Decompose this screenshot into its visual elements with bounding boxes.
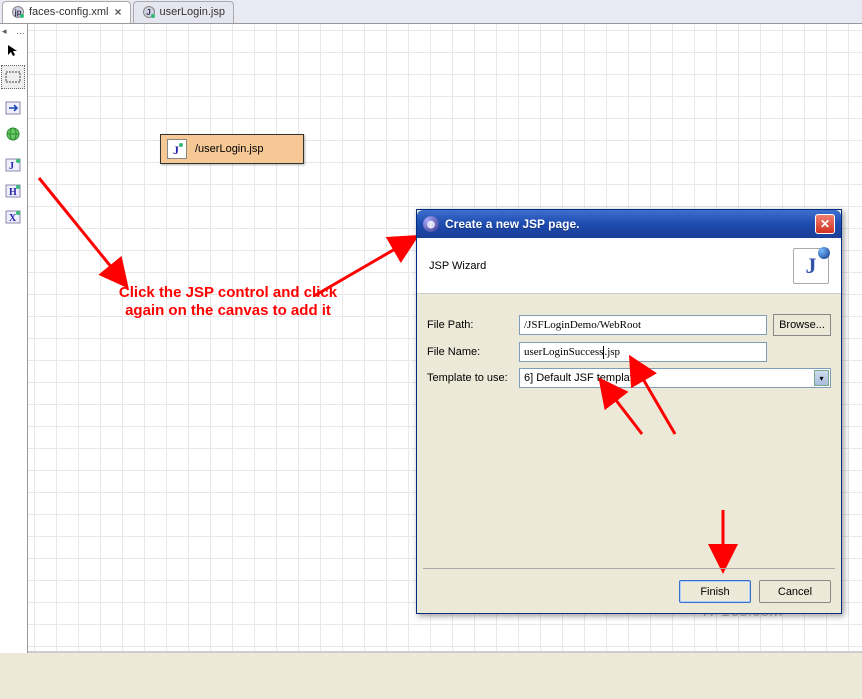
jsp-tool[interactable]: J [1,153,25,177]
html-tool[interactable]: H [1,179,25,203]
svg-text:J: J [173,143,179,156]
finish-button[interactable]: Finish [679,580,751,603]
dialog-body: File Path: Browse... File Name: userLogi… [417,294,841,414]
svg-text:X: X [9,213,17,224]
close-icon[interactable]: × [114,5,121,19]
jsp-wizard-icon: J [793,248,829,284]
chevron-left-icon[interactable]: ◂ [2,26,7,38]
globe-tool[interactable] [1,122,25,146]
dialog-header: JSP Wizard J [417,238,841,294]
tab-userlogin[interactable]: J userLogin.jsp [133,1,234,23]
dialog-footer: Finish Cancel [679,580,831,603]
jsp-page-node[interactable]: J /userLogin.jsp [160,134,304,164]
jsp-node-icon: J [167,139,187,159]
link-tool[interactable] [1,96,25,120]
svg-text:H: H [9,187,17,198]
select-tool[interactable] [1,39,25,63]
cancel-button[interactable]: Cancel [759,580,831,603]
file-name-input[interactable]: userLoginSuccess.jsp [519,342,767,362]
jsp-file-icon: J [142,5,156,19]
marquee-tool[interactable] [1,65,25,89]
separator [423,568,835,569]
editor-tabs: jp faces-config.xml × J userLogin.jsp [0,0,862,24]
dialog-titlebar[interactable]: ◍ Create a new JSP page. ✕ [417,210,841,238]
palette-nav: ◂ … [0,26,27,38]
arrow-icon [25,164,145,304]
dialog-subtitle: JSP Wizard [429,260,486,272]
file-name-label: File Name: [427,346,519,358]
create-jsp-dialog: ◍ Create a new JSP page. ✕ JSP Wizard J … [416,209,842,614]
svg-text:J: J [9,161,14,172]
chevron-down-icon[interactable]: ▾ [814,370,829,386]
xml-tool[interactable]: X [1,205,25,229]
annotation-text-1: Click the JSP control and click again on… [103,284,353,320]
tab-label: faces-config.xml [29,6,108,18]
jsp-config-icon: jp [11,5,25,19]
node-label: /userLogin.jsp [195,143,264,155]
template-label: Template to use: [427,372,519,384]
template-value: 6] Default JSF template [524,372,639,384]
tab-faces-config[interactable]: jp faces-config.xml × [2,1,131,23]
eclipse-icon: ◍ [423,216,439,232]
palette-toolbar: ◂ … J H X [0,24,28,653]
file-path-label: File Path: [427,319,519,331]
tab-label: userLogin.jsp [160,6,225,18]
browse-button[interactable]: Browse... [773,314,831,336]
close-button[interactable]: ✕ [815,214,835,234]
template-select[interactable]: 6] Default JSF template ▾ [519,368,831,388]
more-icon[interactable]: … [16,26,25,38]
file-path-input[interactable] [519,315,767,335]
dialog-title: Create a new JSP page. [445,217,815,231]
